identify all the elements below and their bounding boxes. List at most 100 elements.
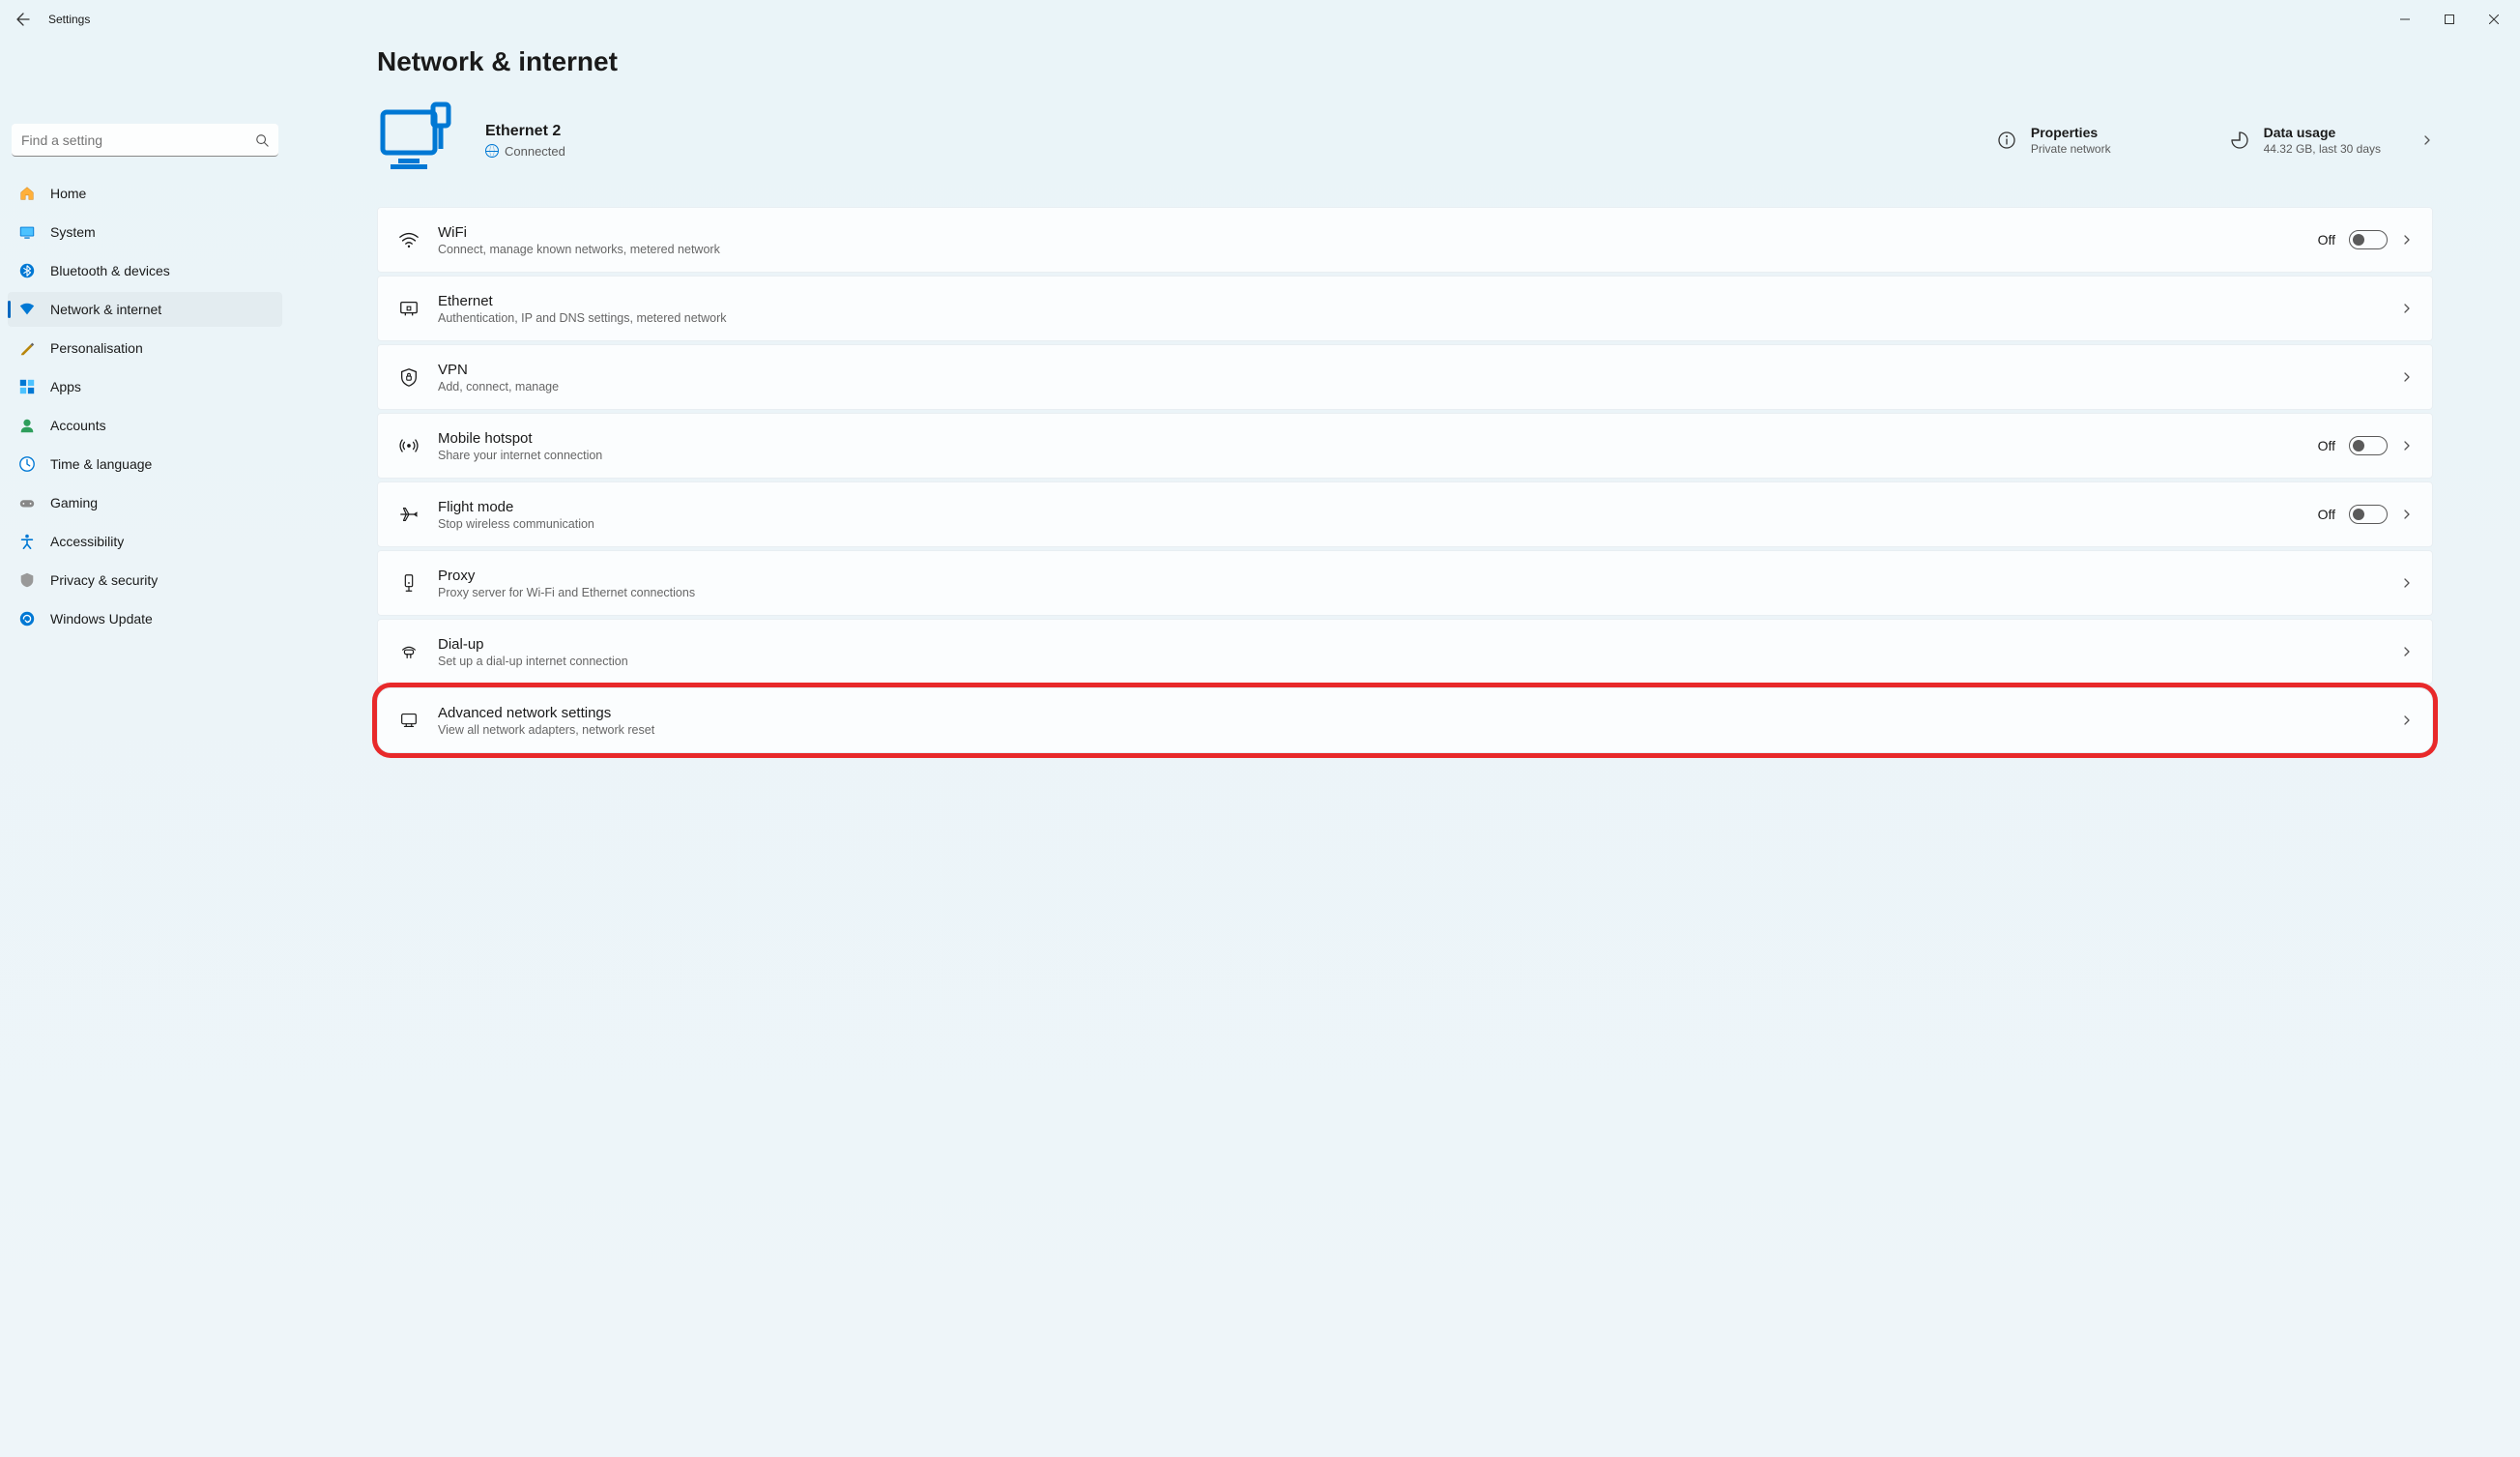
update-icon — [17, 609, 37, 628]
sidebar-item-system[interactable]: System — [8, 215, 282, 249]
time-language-icon — [17, 454, 37, 474]
sidebar-item-apps[interactable]: Apps — [8, 369, 282, 404]
row-hotspot[interactable]: Mobile hotspot Share your internet conne… — [377, 413, 2433, 479]
data-usage-icon — [2229, 130, 2250, 151]
sidebar-item-label: System — [50, 224, 96, 240]
row-flight-mode[interactable]: Flight mode Stop wireless communication … — [377, 481, 2433, 547]
chevron-right-icon — [2401, 646, 2413, 657]
sidebar-item-network[interactable]: Network & internet — [8, 292, 282, 327]
vpn-icon — [397, 365, 420, 389]
chevron-right-icon — [2401, 371, 2413, 383]
back-arrow-icon — [15, 12, 31, 27]
sidebar-item-label: Accessibility — [50, 534, 124, 549]
row-subtitle: Authentication, IP and DNS settings, met… — [438, 311, 2384, 325]
row-title: Mobile hotspot — [438, 430, 2301, 447]
row-title: Dial-up — [438, 636, 2384, 653]
row-title: Proxy — [438, 568, 2384, 584]
advanced-network-icon — [397, 709, 420, 732]
properties-title: Properties — [2031, 125, 2111, 140]
minimize-button[interactable] — [2383, 5, 2427, 34]
close-button[interactable] — [2472, 5, 2516, 34]
sidebar-item-update[interactable]: Windows Update — [8, 601, 282, 636]
sidebar-item-label: Time & language — [50, 456, 152, 472]
wifi-icon — [397, 228, 420, 251]
sidebar-item-accessibility[interactable]: Accessibility — [8, 524, 282, 559]
app-title: Settings — [48, 13, 90, 26]
toggle-label: Off — [2318, 232, 2335, 248]
personalisation-icon — [17, 338, 37, 358]
connection-name: Ethernet 2 — [485, 123, 1971, 140]
chevron-right-icon — [2421, 134, 2433, 146]
page-title: Network & internet — [377, 46, 2433, 77]
data-usage-title: Data usage — [2264, 125, 2381, 140]
row-title: Flight mode — [438, 499, 2301, 515]
row-title: Ethernet — [438, 293, 2384, 309]
sidebar-item-label: Windows Update — [50, 611, 153, 627]
chevron-right-icon — [2401, 577, 2413, 589]
system-icon — [17, 222, 37, 242]
chevron-right-icon — [2401, 303, 2413, 314]
apps-icon — [17, 377, 37, 396]
info-icon — [1996, 130, 2017, 151]
main-content: Network & internet Ethernet 2 Connected — [290, 39, 2520, 1457]
row-subtitle: Share your internet connection — [438, 449, 2301, 462]
row-title: Advanced network settings — [438, 705, 2384, 721]
chevron-right-icon — [2401, 509, 2413, 520]
back-button[interactable] — [4, 0, 43, 39]
chevron-right-icon — [2401, 714, 2413, 726]
sidebar-item-label: Bluetooth & devices — [50, 263, 170, 278]
privacy-icon — [17, 570, 37, 590]
ethernet-icon — [397, 297, 420, 320]
wifi-toggle[interactable] — [2349, 230, 2388, 249]
globe-icon — [485, 144, 499, 158]
sidebar-item-label: Personalisation — [50, 340, 143, 356]
connection-summary: Ethernet 2 Connected — [485, 123, 1971, 159]
properties-subtitle: Private network — [2031, 142, 2111, 156]
toggle-label: Off — [2318, 438, 2335, 453]
chevron-right-icon — [2401, 234, 2413, 246]
airplane-icon — [397, 503, 420, 526]
close-icon — [2489, 15, 2499, 24]
network-status-panel: Ethernet 2 Connected Properties Private … — [377, 99, 2433, 182]
row-wifi[interactable]: WiFi Connect, manage known networks, met… — [377, 207, 2433, 273]
accounts-icon — [17, 416, 37, 435]
window-controls — [2383, 5, 2516, 34]
dialup-icon — [397, 640, 420, 663]
sidebar-item-time[interactable]: Time & language — [8, 447, 282, 481]
gaming-icon — [17, 493, 37, 512]
properties-block[interactable]: Properties Private network — [1996, 125, 2111, 156]
row-advanced-network[interactable]: Advanced network settings View all netwo… — [377, 687, 2433, 753]
sidebar-item-privacy[interactable]: Privacy & security — [8, 563, 282, 597]
row-subtitle: Proxy server for Wi-Fi and Ethernet conn… — [438, 586, 2384, 599]
row-subtitle: Add, connect, manage — [438, 380, 2384, 393]
hotspot-icon — [397, 434, 420, 457]
row-ethernet[interactable]: Ethernet Authentication, IP and DNS sett… — [377, 276, 2433, 341]
row-vpn[interactable]: VPN Add, connect, manage — [377, 344, 2433, 410]
sidebar-item-label: Apps — [50, 379, 81, 394]
row-subtitle: Set up a dial-up internet connection — [438, 655, 2384, 668]
sidebar-item-bluetooth[interactable]: Bluetooth & devices — [8, 253, 282, 288]
hotspot-toggle[interactable] — [2349, 436, 2388, 455]
row-title: VPN — [438, 362, 2384, 378]
sidebar-item-home[interactable]: Home — [8, 176, 282, 211]
data-usage-block[interactable]: Data usage 44.32 GB, last 30 days — [2229, 125, 2433, 156]
row-subtitle: Connect, manage known networks, metered … — [438, 243, 2301, 256]
sidebar-item-personalisation[interactable]: Personalisation — [8, 331, 282, 365]
flight-mode-toggle[interactable] — [2349, 505, 2388, 524]
accessibility-icon — [17, 532, 37, 551]
sidebar-item-label: Gaming — [50, 495, 98, 510]
home-icon — [17, 184, 37, 203]
maximize-button[interactable] — [2427, 5, 2472, 34]
row-proxy[interactable]: Proxy Proxy server for Wi-Fi and Etherne… — [377, 550, 2433, 616]
row-subtitle: View all network adapters, network reset — [438, 723, 2384, 737]
data-usage-subtitle: 44.32 GB, last 30 days — [2264, 142, 2381, 156]
sidebar-item-accounts[interactable]: Accounts — [8, 408, 282, 443]
connection-status: Connected — [505, 144, 565, 159]
minimize-icon — [2400, 15, 2410, 24]
row-subtitle: Stop wireless communication — [438, 517, 2301, 531]
search-input[interactable] — [12, 124, 278, 157]
proxy-icon — [397, 571, 420, 595]
sidebar-item-label: Network & internet — [50, 302, 161, 317]
row-dialup[interactable]: Dial-up Set up a dial-up internet connec… — [377, 619, 2433, 685]
sidebar-item-gaming[interactable]: Gaming — [8, 485, 282, 520]
